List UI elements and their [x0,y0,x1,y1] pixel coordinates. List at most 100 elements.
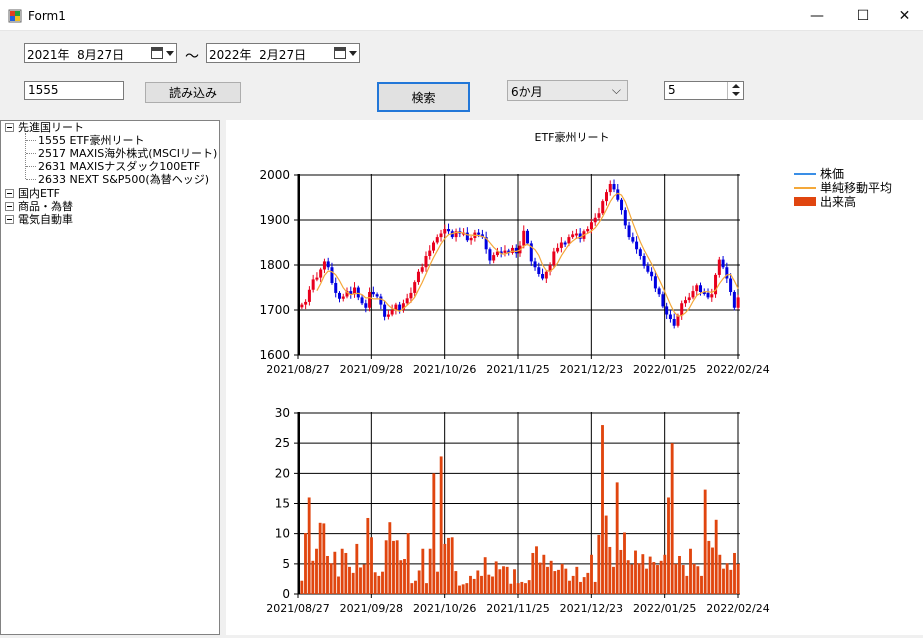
tree-node-child[interactable]: 2633 NEXT S&P500(為替ヘッジ) [38,173,209,186]
volume-bar [315,548,318,594]
category-tree[interactable]: 先進国リート 1555 ETF豪州リート 2517 MAXIS海外株式(MSCI… [0,120,220,635]
candle [680,303,684,316]
volume-y-tick-label: 0 [282,587,290,601]
title-bar: Form1 — ☐ ✕ [0,0,923,31]
volume-bar [571,575,575,594]
maximize-button[interactable]: ☐ [840,0,886,31]
tree-node-category[interactable]: 国内ETF [18,187,60,200]
minimize-button[interactable]: — [794,0,840,31]
candle [322,261,326,270]
price-y-tick-label: 1800 [259,258,290,272]
date-from-picker[interactable]: 2021年 8月27日 [24,43,177,63]
volume-bar [480,575,483,594]
volume-bar [399,560,403,594]
volume-bar [700,575,703,594]
volume-bar [663,554,667,594]
candle [571,234,575,238]
tree-node-child[interactable]: 1555 ETF豪州リート [38,134,145,147]
candle [676,315,680,326]
volume-bar [645,568,648,594]
volume-bar [711,547,714,594]
chevron-down-icon[interactable]: ⌵ [612,83,621,98]
volume-bar [736,563,740,594]
chevron-down-icon[interactable] [732,92,740,96]
candle [687,297,691,301]
volume-bar [667,497,670,594]
volume-bar [428,548,432,594]
candle [311,279,315,290]
tree-node-category[interactable]: 商品・為替 [18,200,73,213]
tree-node-child[interactable]: 2517 MAXIS海外株式(MSCIリート) [38,147,217,160]
volume-bar [355,543,359,594]
tree-connector [26,153,36,154]
volume-y-tick-label: 25 [275,436,290,450]
volume-bar [348,566,351,594]
volume-bar [395,540,399,594]
volume-bar [461,584,465,594]
volume-bar [542,554,546,594]
date-from-text: 2021年 8月27日 [27,48,125,62]
candle [586,229,590,232]
candle [552,251,556,265]
legend-label: 出来高 [820,194,856,209]
volume-bar [659,560,663,594]
volume-bar [443,543,447,594]
volume-bar [590,554,593,594]
volume-bar [373,572,377,594]
period-select[interactable]: 6か月 ⌵ [507,80,628,101]
volume-bar [714,519,718,594]
volume-bar [615,482,619,594]
volume-bar [414,580,417,594]
code-input[interactable]: 1555 [24,81,124,100]
close-button[interactable]: ✕ [886,0,923,31]
volume-bar [527,580,531,594]
candle [469,238,473,241]
volume-bar [634,550,637,594]
volume-bar [410,583,414,594]
chevron-down-icon[interactable] [349,51,357,56]
tree-node-category[interactable]: 電気自動車 [18,213,73,226]
candle [608,184,612,193]
chart-title: ETF豪州リート [535,130,610,144]
candle [736,297,740,308]
volume-bar [502,566,505,594]
candle [420,267,424,272]
tree-node-root[interactable]: 先進国リート [18,121,84,134]
volume-bar [513,569,516,594]
calendar-icon[interactable] [151,47,163,59]
candle [416,271,420,283]
stepper-buttons[interactable] [727,82,743,99]
volume-bar [454,571,458,594]
volume-x-tick-label: 2021/11/25 [486,602,549,615]
volume-bar [725,563,729,594]
volume-bar [707,540,711,594]
volume-bar [641,554,645,594]
candle [307,289,311,302]
chevron-up-icon[interactable] [732,84,740,88]
volume-x-tick-label: 2021/08/27 [266,602,329,615]
candle [729,278,733,292]
ma-period-stepper[interactable]: 5 [664,81,744,100]
load-button[interactable]: 読み込み [145,82,241,103]
candle [601,201,605,214]
chevron-down-icon[interactable] [166,51,174,56]
volume-bar [652,562,656,594]
candle [360,297,364,304]
collapse-icon[interactable] [5,123,14,132]
legend-label: 単純移動平均 [820,181,892,195]
candle [413,282,417,293]
calendar-icon[interactable] [334,47,346,59]
window-title: Form1 [28,9,66,23]
volume-bar [601,425,604,594]
volume-bar [637,563,641,594]
date-to-picker[interactable]: 2022年 2月27日 [206,43,360,63]
search-button[interactable]: 検索 [377,82,470,112]
collapse-icon[interactable] [5,202,14,211]
collapse-icon[interactable] [5,189,14,198]
candle [623,210,627,226]
tree-node-child[interactable]: 2631 MAXISナスダック100ETF [38,160,200,173]
volume-x-tick-label: 2021/10/26 [413,602,476,615]
candle [559,242,563,248]
candle [326,261,330,268]
collapse-icon[interactable] [5,215,14,224]
